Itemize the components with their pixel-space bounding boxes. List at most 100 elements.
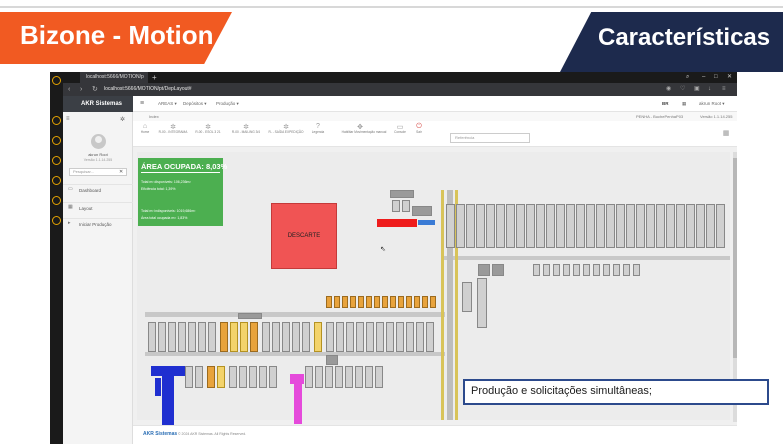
rack[interactable]: [506, 204, 515, 248]
rack[interactable]: [386, 322, 394, 352]
rack[interactable]: [656, 204, 665, 248]
rack[interactable]: [478, 264, 490, 276]
rack[interactable]: [603, 264, 610, 276]
rack[interactable]: [526, 204, 535, 248]
rack[interactable]: [334, 296, 340, 308]
nav-depositos[interactable]: Depósitos ▾: [183, 96, 207, 112]
rack[interactable]: [185, 366, 193, 388]
reference-input[interactable]: Referência: [450, 133, 530, 143]
rack[interactable]: [686, 204, 695, 248]
rack[interactable]: [496, 204, 505, 248]
tool-mailing[interactable]: R-00 - MAILING 3/4: [226, 130, 266, 134]
sidebar-brand[interactable]: AKR Sistemas: [63, 96, 133, 112]
os-app-icon[interactable]: [52, 116, 61, 125]
machine-blue[interactable]: [151, 366, 185, 376]
rack[interactable]: [576, 204, 585, 248]
machine-magenta[interactable]: [290, 374, 304, 384]
rack[interactable]: [516, 204, 525, 248]
os-app-icon[interactable]: [52, 196, 61, 205]
tool-esol[interactable]: R-00 - ESOL 3 21: [188, 130, 228, 134]
hamburger-icon[interactable]: ≡: [140, 96, 144, 112]
rack[interactable]: [365, 366, 373, 388]
rack[interactable]: [315, 366, 323, 388]
calculator-icon[interactable]: ▦: [706, 129, 746, 137]
rack[interactable]: [623, 264, 630, 276]
rack[interactable]: [422, 296, 428, 308]
rack[interactable]: [250, 322, 258, 352]
tool-integrama[interactable]: R-00 - INTEGRAMA: [153, 130, 193, 134]
os-app-icon[interactable]: [52, 176, 61, 185]
gear-icon[interactable]: ✲: [120, 116, 125, 123]
rack[interactable]: [346, 322, 354, 352]
sidebar-item-dashboard[interactable]: Dashboard: [63, 184, 133, 196]
rack[interactable]: [390, 296, 396, 308]
grid-icon[interactable]: ▦: [682, 96, 686, 112]
tool-legenda[interactable]: Legenda: [298, 130, 338, 134]
rack[interactable]: [533, 264, 540, 276]
rack[interactable]: [586, 204, 595, 248]
rack[interactable]: [573, 264, 580, 276]
rack[interactable]: [325, 366, 333, 388]
rack[interactable]: [342, 296, 348, 308]
rack[interactable]: [188, 322, 196, 352]
rack[interactable]: [350, 296, 356, 308]
rack[interactable]: [217, 366, 225, 388]
browser-tab[interactable]: localhost:5666/MOTION/p: [80, 72, 148, 83]
rack[interactable]: [406, 296, 412, 308]
rack[interactable]: [239, 366, 247, 388]
machine-blue[interactable]: [162, 376, 174, 426]
rack[interactable]: [335, 366, 343, 388]
rack[interactable]: [486, 204, 495, 248]
rack[interactable]: [358, 296, 364, 308]
rack[interactable]: [207, 366, 215, 388]
sidebar-item-layout[interactable]: Layout: [63, 202, 133, 214]
rack[interactable]: [220, 322, 228, 352]
download-icon[interactable]: ↓: [708, 83, 711, 96]
rack[interactable]: [345, 366, 353, 388]
rack[interactable]: [476, 204, 485, 248]
rack[interactable]: [430, 296, 436, 308]
rack[interactable]: [390, 190, 414, 198]
os-app-icon[interactable]: [52, 136, 61, 145]
rack[interactable]: [326, 296, 332, 308]
camera-icon[interactable]: ◉: [666, 83, 671, 96]
rack-tag[interactable]: [418, 220, 435, 225]
rack[interactable]: [593, 264, 600, 276]
rack[interactable]: [477, 278, 487, 328]
rack[interactable]: [556, 204, 565, 248]
rack[interactable]: [355, 366, 363, 388]
rack[interactable]: [633, 264, 640, 276]
language-selector[interactable]: BR: [662, 96, 669, 112]
rack[interactable]: [716, 204, 725, 248]
menu-icon[interactable]: ≡: [722, 83, 726, 96]
rack[interactable]: [414, 296, 420, 308]
rack[interactable]: [583, 264, 590, 276]
rack[interactable]: [208, 322, 216, 352]
rack[interactable]: [636, 204, 645, 248]
rack[interactable]: [178, 322, 186, 352]
rack[interactable]: [492, 264, 504, 276]
rack[interactable]: [406, 322, 414, 352]
rack[interactable]: [616, 204, 625, 248]
extension-icon[interactable]: ▣: [694, 83, 700, 96]
rack[interactable]: [543, 264, 550, 276]
rack[interactable]: [262, 322, 270, 352]
rack[interactable]: [292, 322, 300, 352]
rack[interactable]: [168, 322, 176, 352]
rack[interactable]: [646, 204, 655, 248]
rack[interactable]: [706, 204, 715, 248]
user-menu[interactable]: akrun Root ▾: [699, 96, 725, 112]
rack[interactable]: [374, 296, 380, 308]
nav-producao[interactable]: Produção ▾: [216, 96, 239, 112]
machine-magenta[interactable]: [294, 384, 302, 424]
rack-alert[interactable]: [377, 219, 417, 227]
rack[interactable]: [676, 204, 685, 248]
rack[interactable]: [606, 204, 615, 248]
footer-brand[interactable]: AKR Sistemas: [143, 431, 177, 437]
new-tab-icon[interactable]: +: [152, 72, 157, 83]
rack[interactable]: [269, 366, 277, 388]
rack[interactable]: [566, 204, 575, 248]
rack[interactable]: [626, 204, 635, 248]
rack[interactable]: [356, 322, 364, 352]
rack[interactable]: [536, 204, 545, 248]
